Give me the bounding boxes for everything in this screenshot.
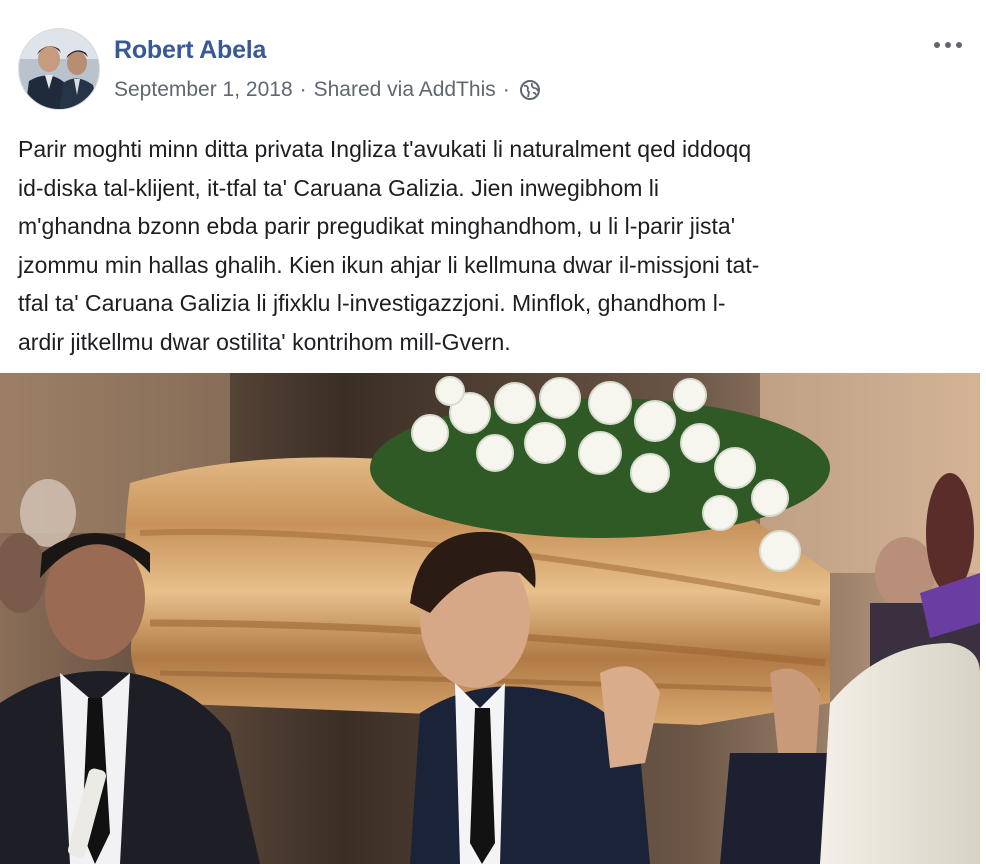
meta-separator: · — [299, 78, 307, 101]
post-text-line: m'ghandna bzonn ebda parir pregudikat mi… — [18, 213, 736, 239]
post-date-link[interactable]: September 1, 2018 — [114, 78, 293, 102]
avatar[interactable] — [18, 28, 100, 110]
avatar-photo — [19, 29, 99, 109]
funeral-photo — [0, 373, 980, 864]
post-meta: September 1, 2018 · Shared via AddThis · — [114, 76, 541, 104]
dot — [934, 42, 940, 48]
post-text-line: ardir jitkellmu dwar ostilita' kontrihom… — [18, 328, 511, 355]
dot — [956, 42, 962, 48]
post-text-line: id-diska tal-klijent, it-tfal ta' Caruan… — [18, 174, 660, 201]
shared-via-link[interactable]: Shared via AddThis — [314, 78, 496, 102]
globe-icon[interactable] — [519, 79, 541, 101]
facebook-post: Robert Abela September 1, 2018 · Shared … — [0, 0, 986, 864]
post-photo[interactable] — [0, 373, 980, 864]
post-text-line: tfal ta' Caruana Galizia li jfixklu l-in… — [18, 290, 726, 316]
dot — [945, 42, 951, 48]
author-name-link[interactable]: Robert Abela — [114, 36, 266, 65]
post-body-text: Parir moghti minn ditta privata Ingliza … — [18, 130, 963, 361]
post-text-line: Parir moghti minn ditta privata Ingliza … — [18, 136, 752, 162]
more-options-button[interactable] — [928, 30, 968, 60]
post-text-line: jzommu min hallas ghalih. Kien ikun ahja… — [18, 251, 760, 278]
meta-separator: · — [502, 78, 510, 101]
